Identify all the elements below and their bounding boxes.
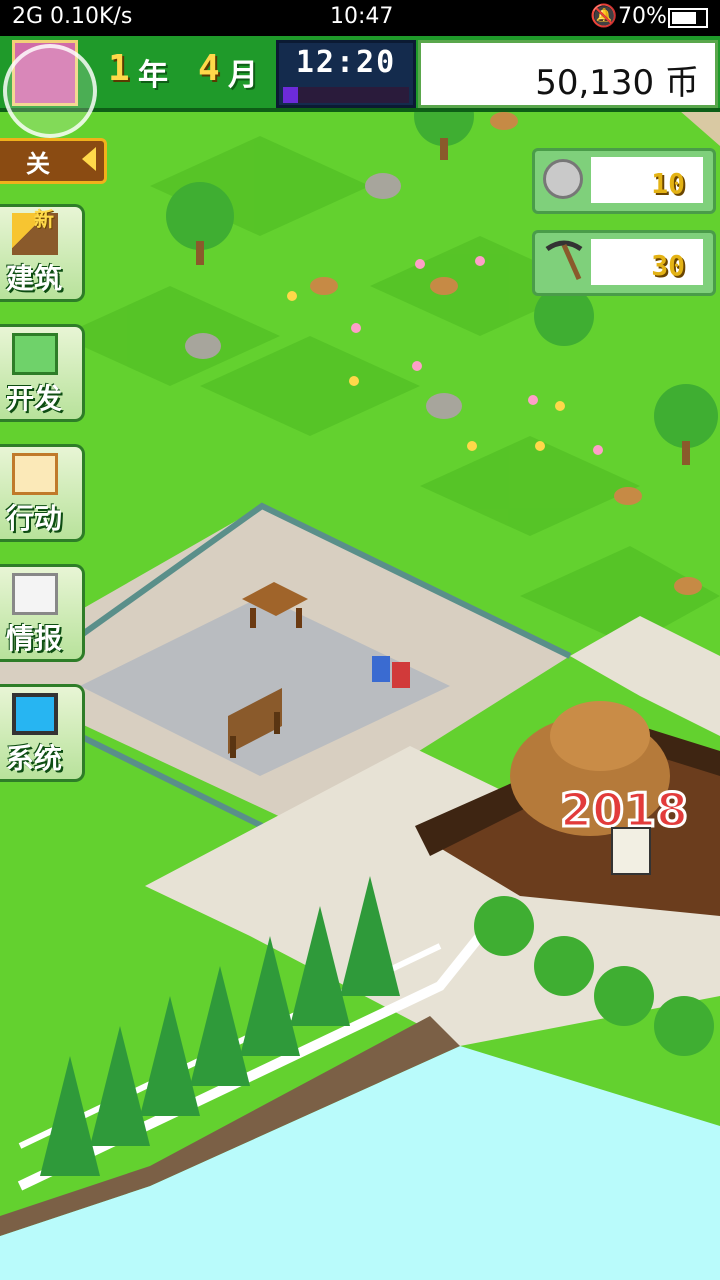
monitor-icon	[12, 693, 58, 735]
menu-system-button[interactable]: 系统	[0, 684, 85, 782]
signal-indicator: 2G	[12, 4, 44, 29]
menu-system-label: 系统	[6, 742, 63, 775]
year-number: 1	[108, 48, 130, 89]
money-amount: 50,130	[535, 63, 655, 103]
menu-develop-button[interactable]: 开发	[0, 324, 85, 422]
game-clock: 12:20	[276, 40, 416, 108]
pickaxe-value: 30	[651, 249, 685, 282]
mute-icon: 🔕	[590, 4, 618, 29]
game-map[interactable]: 2018	[0, 36, 720, 1280]
close-menu-tab[interactable]: 关	[0, 138, 107, 184]
magnifier-icon	[12, 573, 58, 615]
clock-time: 12:20	[295, 45, 397, 80]
notepad-icon	[12, 453, 58, 495]
menu-action-label: 行动	[6, 502, 63, 535]
coin-counter[interactable]: 10	[532, 148, 716, 214]
menu-info-button[interactable]: 情报	[0, 564, 85, 662]
battery-icon	[668, 8, 708, 28]
pickaxe-icon	[543, 239, 585, 283]
assist-overlay-icon[interactable]	[3, 44, 97, 138]
year-unit: 年	[138, 58, 168, 93]
status-time: 10:47	[330, 4, 394, 29]
top-bar: 1 年 4 月 12:20 50,130 币	[0, 36, 720, 138]
menu-develop-label: 开发	[6, 382, 63, 415]
month-unit: 月	[228, 58, 258, 93]
currency-unit: 币	[665, 63, 699, 103]
menu-build-label: 建筑	[6, 262, 63, 295]
network-speed: 0.10K/s	[50, 4, 133, 29]
battery-level: 70%	[618, 4, 667, 29]
status-bar: 2G 0.10K/s 10:47 🔕 70%	[0, 0, 720, 36]
coin-value: 10	[651, 167, 685, 200]
time-progress-bar	[283, 87, 409, 103]
money-display: 50,130 币	[418, 40, 718, 108]
month-number: 4	[198, 48, 220, 89]
menu-action-button[interactable]: 行动	[0, 444, 85, 542]
new-badge: 新	[34, 207, 54, 231]
time-progress-fill	[283, 87, 299, 103]
coin-icon	[543, 159, 583, 199]
pickaxe-counter[interactable]: 30	[532, 230, 716, 296]
clipboard-icon	[12, 333, 58, 375]
close-label: 关	[26, 150, 50, 178]
menu-build-button[interactable]: 新 建筑	[0, 204, 85, 302]
menu-info-label: 情报	[6, 622, 63, 655]
collapse-arrow-icon	[82, 147, 96, 171]
